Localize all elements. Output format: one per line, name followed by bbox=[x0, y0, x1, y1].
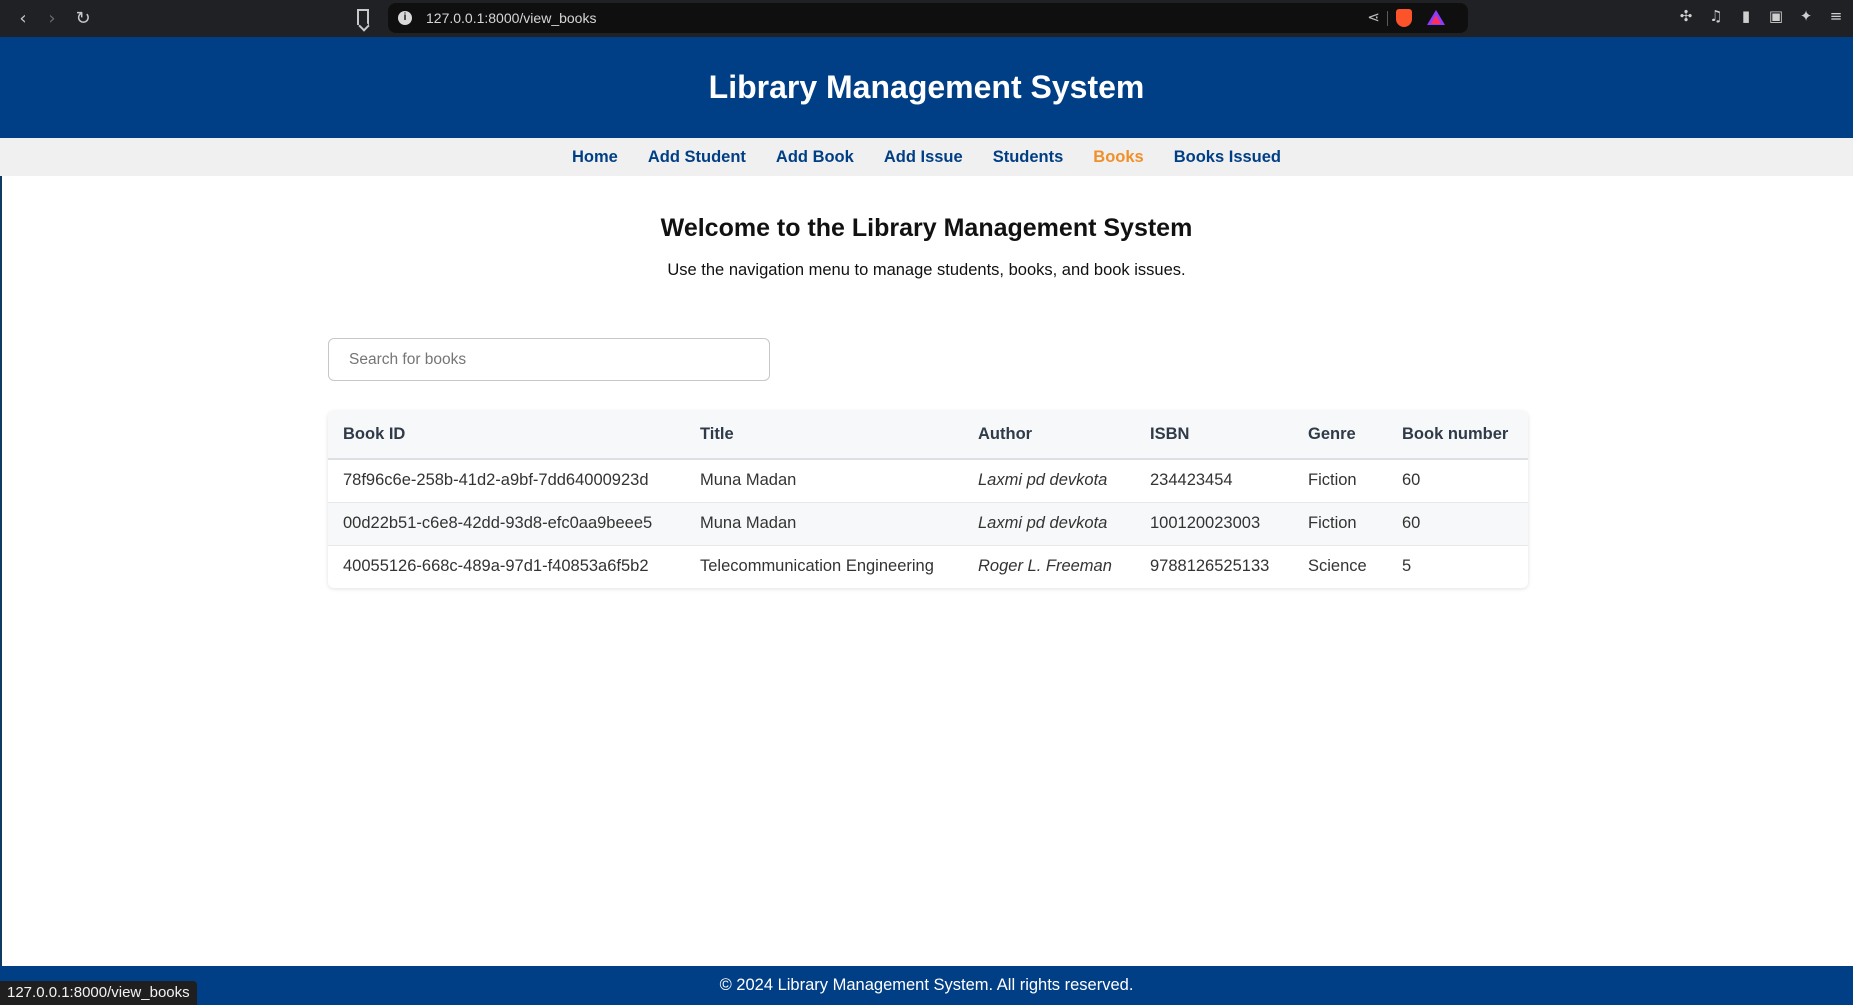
cell-genre: Fiction bbox=[1308, 514, 1357, 532]
welcome-subtext: Use the navigation menu to manage studen… bbox=[667, 261, 1186, 279]
cell-genre: Fiction bbox=[1308, 471, 1357, 490]
book-search-input[interactable] bbox=[328, 338, 770, 381]
table-header-row: Book ID Title Author ISBN Genre Book num… bbox=[328, 411, 1528, 459]
table-row: 78f96c6e-258b-41d2-a9bf-7dd64000923d Mun… bbox=[328, 459, 1528, 502]
column-header-book-number: Book number bbox=[1402, 425, 1509, 443]
site-header: Library Management System bbox=[0, 37, 1853, 138]
divider bbox=[1387, 11, 1388, 26]
cell-title: Muna Madan bbox=[700, 471, 797, 490]
forward-icon[interactable]: › bbox=[40, 6, 64, 30]
nav-add-student[interactable]: Add Student bbox=[648, 148, 746, 167]
cell-title: Telecommunication Engineering bbox=[700, 557, 934, 576]
brave-rewards-icon-inner bbox=[1431, 15, 1441, 24]
nav-add-book[interactable]: Add Book bbox=[776, 148, 854, 167]
bookmark-icon[interactable] bbox=[357, 9, 369, 25]
welcome-heading: Welcome to the Library Management System bbox=[660, 214, 1193, 242]
share-icon[interactable]: ⋖ bbox=[1367, 8, 1380, 26]
site-footer: © 2024 Library Management System. All ri… bbox=[0, 966, 1853, 1005]
cell-book-number: 5 bbox=[1402, 557, 1412, 576]
extension-icons: ✣ ♫ ▮ ▣ ✦ ≡ bbox=[1677, 7, 1845, 25]
nav-books-issued[interactable]: Books Issued bbox=[1174, 148, 1281, 167]
cell-isbn: 9788126525133 bbox=[1150, 557, 1270, 576]
window-edge bbox=[0, 37, 2, 966]
column-header-genre: Genre bbox=[1308, 425, 1356, 443]
footer-copyright: © 2024 Library Management System. All ri… bbox=[719, 976, 1134, 994]
reload-icon[interactable]: ↻ bbox=[71, 6, 95, 30]
nav-home[interactable]: Home bbox=[572, 148, 618, 167]
brave-shields-icon[interactable] bbox=[1396, 9, 1412, 27]
cell-isbn: 234423454 bbox=[1150, 471, 1233, 490]
cell-author: Laxmi pd devkota bbox=[978, 471, 1108, 490]
wallet-icon[interactable]: ▣ bbox=[1767, 7, 1785, 25]
cell-author: Laxmi pd devkota bbox=[978, 514, 1108, 532]
column-header-title: Title bbox=[700, 425, 734, 443]
cell-book-id: 78f96c6e-258b-41d2-a9bf-7dd64000923d bbox=[343, 471, 649, 490]
sidebar-icon[interactable]: ▮ bbox=[1737, 7, 1755, 25]
cell-genre: Science bbox=[1308, 557, 1367, 576]
cell-book-number: 60 bbox=[1402, 514, 1421, 532]
address-text[interactable]: 127.0.0.1:8000/view_books bbox=[426, 10, 596, 26]
cell-author: Roger L. Freeman bbox=[978, 557, 1112, 576]
welcome-section: Welcome to the Library Management System… bbox=[0, 214, 1853, 280]
column-header-author: Author bbox=[978, 425, 1033, 443]
cell-title: Muna Madan bbox=[700, 514, 797, 532]
column-header-book-id: Book ID bbox=[343, 425, 406, 443]
cell-book-id: 40055126-668c-489a-97d1-f40853a6f5b2 bbox=[343, 557, 649, 576]
site-info-icon[interactable]: i bbox=[398, 11, 412, 25]
cell-isbn: 100120023003 bbox=[1150, 514, 1261, 532]
status-bar-url: 127.0.0.1:8000/view_books bbox=[0, 981, 197, 1005]
back-icon[interactable]: ‹ bbox=[11, 6, 35, 30]
extensions-icon[interactable]: ✣ bbox=[1677, 7, 1695, 25]
site-title: Library Management System bbox=[708, 69, 1145, 105]
nav-books[interactable]: Books bbox=[1093, 148, 1143, 167]
menu-icon[interactable]: ≡ bbox=[1827, 7, 1845, 25]
nav-add-issue[interactable]: Add Issue bbox=[884, 148, 963, 167]
browser-toolbar: ‹ › ↻ i 127.0.0.1:8000/view_books ⋖ ✣ ♫ … bbox=[0, 0, 1853, 37]
main-nav: Home Add Student Add Book Add Issue Stud… bbox=[0, 138, 1853, 176]
column-header-isbn: ISBN bbox=[1150, 425, 1190, 443]
nav-students[interactable]: Students bbox=[993, 148, 1064, 167]
books-table-container: Book ID Title Author ISBN Genre Book num… bbox=[328, 411, 1528, 588]
cell-book-id: 00d22b51-c6e8-42dd-93d8-efc0aa9beee5 bbox=[343, 514, 653, 532]
table-row: 00d22b51-c6e8-42dd-93d8-efc0aa9beee5 Mun… bbox=[328, 502, 1528, 545]
books-table: Book ID Title Author ISBN Genre Book num… bbox=[328, 411, 1528, 588]
leo-ai-icon[interactable]: ✦ bbox=[1797, 7, 1815, 25]
cell-book-number: 60 bbox=[1402, 471, 1421, 490]
table-row: 40055126-668c-489a-97d1-f40853a6f5b2 Tel… bbox=[328, 545, 1528, 588]
address-bar[interactable]: i 127.0.0.1:8000/view_books ⋖ bbox=[388, 3, 1468, 33]
media-icon[interactable]: ♫ bbox=[1707, 7, 1725, 25]
